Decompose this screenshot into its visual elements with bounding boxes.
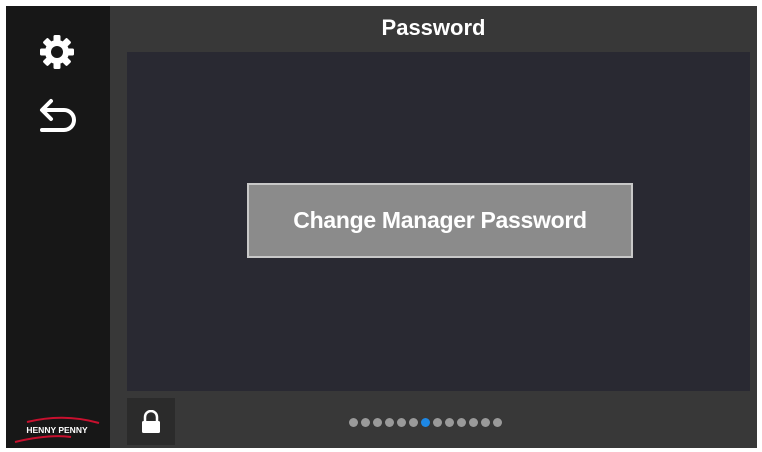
lock-icon <box>142 409 160 433</box>
settings-button[interactable] <box>35 30 79 74</box>
page-dot <box>361 417 370 427</box>
footer-bar <box>127 397 750 445</box>
brand-logo-text: HENNY PENNY <box>26 425 88 435</box>
page-dot <box>349 417 358 427</box>
page-indicator <box>349 417 502 427</box>
main-panel: Password Change Manager Password <box>110 6 757 448</box>
screen: HENNY PENNY Password Change Manager Pass… <box>0 0 762 452</box>
page-dot <box>493 417 502 427</box>
lock-button[interactable] <box>127 398 175 445</box>
page-dot <box>385 417 394 427</box>
page-dot <box>433 417 442 427</box>
page-dot <box>373 417 382 427</box>
content-area: Change Manager Password <box>127 52 750 391</box>
page-title: Password <box>381 15 486 40</box>
undo-arrow-icon <box>40 99 76 132</box>
henny-penny-logo: HENNY PENNY <box>9 416 105 446</box>
page-dot <box>481 417 490 427</box>
back-button[interactable] <box>28 94 84 142</box>
page-dot <box>397 417 406 427</box>
page-dot-active <box>421 417 430 427</box>
sidebar: HENNY PENNY <box>6 6 110 448</box>
page-dot <box>469 417 478 427</box>
page-dot <box>457 417 466 427</box>
page-dot <box>409 417 418 427</box>
gear-icon <box>40 35 74 69</box>
change-manager-password-button[interactable]: Change Manager Password <box>247 183 633 258</box>
page-dot <box>445 417 454 427</box>
